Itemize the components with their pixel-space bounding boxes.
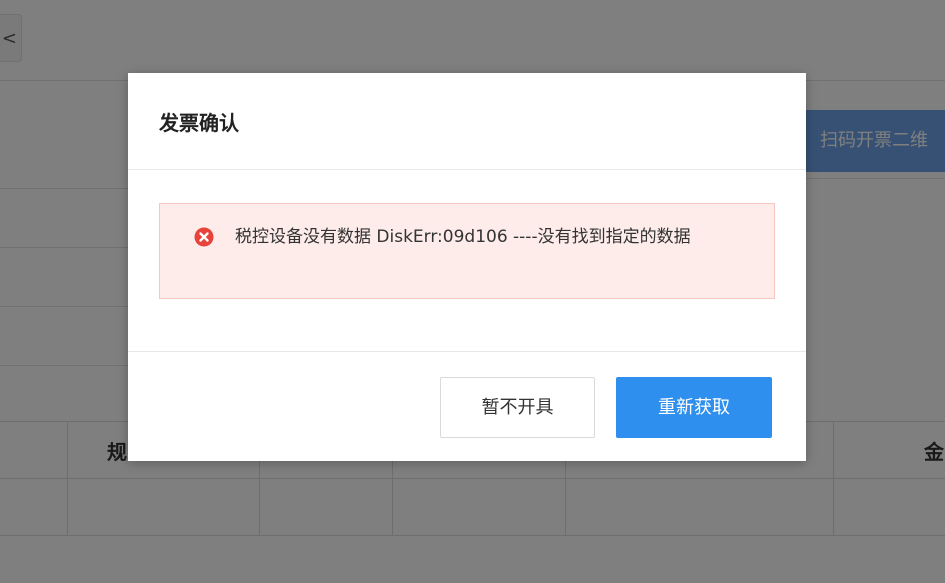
error-message: 税控设备没有数据 DiskErr:09d106 ----没有找到指定的数据 bbox=[235, 227, 691, 247]
dialog-header: 发票确认 bbox=[128, 73, 806, 170]
dialog-footer: 暂不开具 重新获取 bbox=[128, 351, 806, 461]
skip-invoice-button[interactable]: 暂不开具 bbox=[440, 377, 595, 438]
dialog-body: 税控设备没有数据 DiskErr:09d106 ----没有找到指定的数据 bbox=[128, 170, 806, 351]
error-alert: 税控设备没有数据 DiskErr:09d106 ----没有找到指定的数据 bbox=[159, 203, 775, 299]
error-circle-icon bbox=[194, 227, 214, 247]
dialog-title: 发票确认 bbox=[159, 111, 239, 135]
retry-fetch-button[interactable]: 重新获取 bbox=[616, 377, 772, 438]
invoice-confirm-dialog: 发票确认 税控设备没有数据 DiskErr:09d106 ----没有找到指定的… bbox=[128, 73, 806, 461]
